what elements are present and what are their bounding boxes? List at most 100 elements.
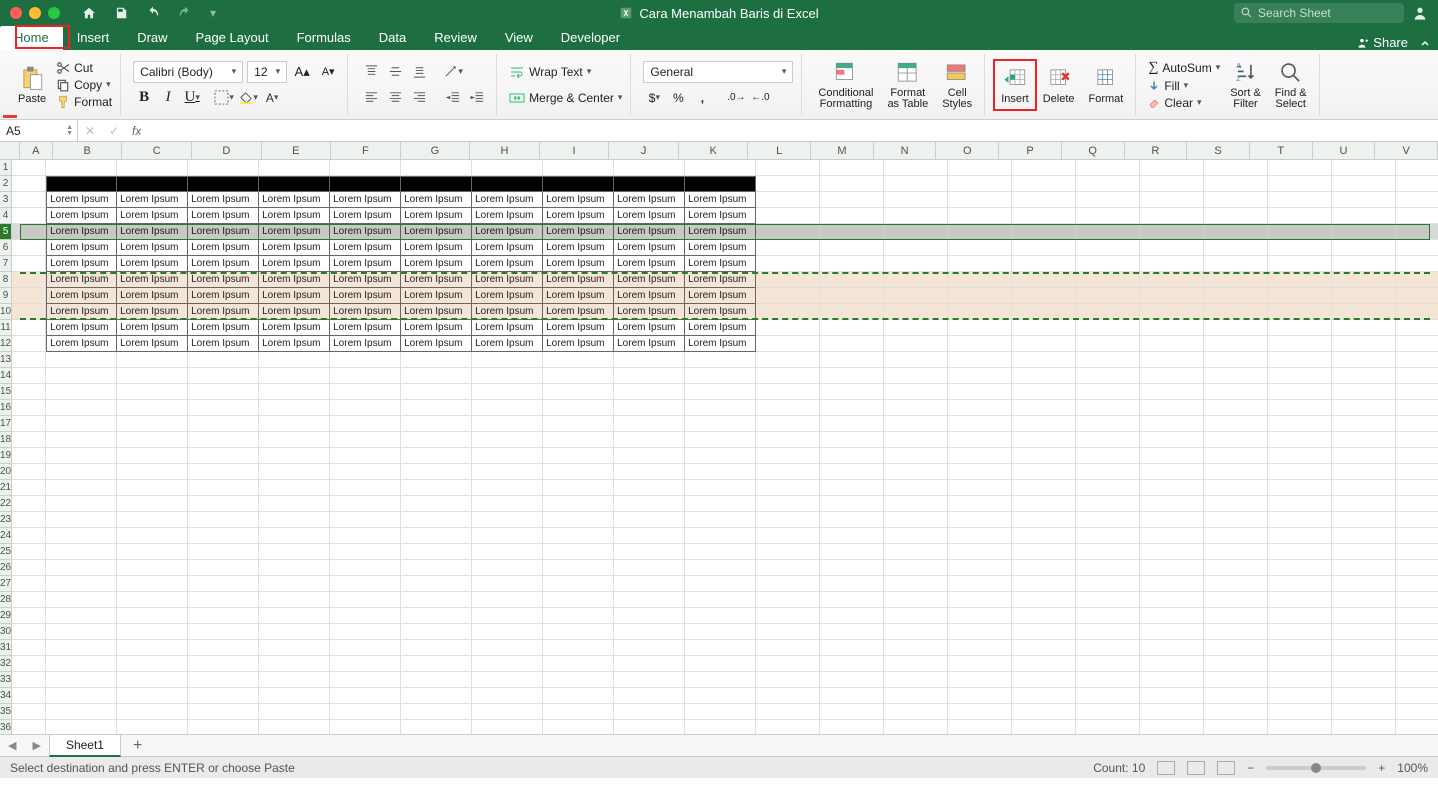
- cell[interactable]: [1268, 192, 1332, 208]
- cell[interactable]: [884, 512, 948, 528]
- cell[interactable]: [1012, 688, 1076, 704]
- cell[interactable]: [1076, 496, 1140, 512]
- cell[interactable]: [884, 480, 948, 496]
- cell[interactable]: [1396, 368, 1438, 384]
- cell[interactable]: [259, 416, 330, 432]
- cell[interactable]: [117, 512, 188, 528]
- cell[interactable]: [756, 704, 820, 720]
- cell[interactable]: [330, 704, 401, 720]
- cell[interactable]: [820, 432, 884, 448]
- cell[interactable]: Lorem Ipsum: [259, 256, 330, 272]
- cell[interactable]: [12, 384, 46, 400]
- cell[interactable]: [12, 400, 46, 416]
- column-header[interactable]: J: [609, 142, 679, 159]
- cell[interactable]: [401, 416, 472, 432]
- cell[interactable]: [685, 432, 756, 448]
- cell[interactable]: [259, 592, 330, 608]
- cell[interactable]: [46, 624, 117, 640]
- cell[interactable]: [1012, 240, 1076, 256]
- normal-view-button[interactable]: [1157, 761, 1175, 775]
- cell[interactable]: [46, 432, 117, 448]
- cell[interactable]: [543, 160, 614, 176]
- cell[interactable]: [948, 192, 1012, 208]
- number-format-select[interactable]: General▾: [643, 61, 793, 83]
- cell[interactable]: [1204, 304, 1268, 320]
- cell[interactable]: [948, 624, 1012, 640]
- tab-draw[interactable]: Draw: [123, 26, 181, 50]
- cell[interactable]: [1268, 256, 1332, 272]
- decrease-font-button[interactable]: A▾: [317, 61, 339, 83]
- column-header[interactable]: B: [53, 142, 123, 159]
- cell[interactable]: [884, 416, 948, 432]
- cell[interactable]: [1268, 624, 1332, 640]
- cell[interactable]: [1268, 512, 1332, 528]
- cell[interactable]: [472, 400, 543, 416]
- cell[interactable]: [820, 448, 884, 464]
- cell[interactable]: [1332, 704, 1396, 720]
- cell[interactable]: Lorem Ipsum: [401, 272, 472, 288]
- cell[interactable]: [1140, 288, 1204, 304]
- cell[interactable]: [259, 656, 330, 672]
- cell[interactable]: [948, 560, 1012, 576]
- cell[interactable]: [117, 432, 188, 448]
- cell[interactable]: [1268, 640, 1332, 656]
- row-header[interactable]: 16: [0, 400, 12, 416]
- cell[interactable]: [12, 720, 46, 734]
- row-header[interactable]: 14: [0, 368, 12, 384]
- cell[interactable]: [1204, 416, 1268, 432]
- cell[interactable]: [1012, 208, 1076, 224]
- cell[interactable]: [1268, 560, 1332, 576]
- cell[interactable]: [1076, 512, 1140, 528]
- row-header[interactable]: 25: [0, 544, 12, 560]
- cell[interactable]: [685, 448, 756, 464]
- cell[interactable]: [1140, 160, 1204, 176]
- column-header[interactable]: I: [540, 142, 610, 159]
- cell[interactable]: [820, 480, 884, 496]
- zoom-slider[interactable]: [1266, 766, 1366, 770]
- zoom-out-button[interactable]: −: [1247, 761, 1254, 775]
- cell[interactable]: Lorem Ipsum: [46, 272, 117, 288]
- cell[interactable]: [1268, 576, 1332, 592]
- cell[interactable]: [117, 608, 188, 624]
- increase-indent-button[interactable]: [466, 87, 488, 109]
- cell[interactable]: [1332, 224, 1396, 240]
- cell[interactable]: [1268, 384, 1332, 400]
- cell[interactable]: [1396, 656, 1438, 672]
- cell[interactable]: [117, 640, 188, 656]
- cell[interactable]: [330, 496, 401, 512]
- cell[interactable]: [472, 368, 543, 384]
- cell[interactable]: [1076, 608, 1140, 624]
- cell[interactable]: [1332, 320, 1396, 336]
- cell[interactable]: [1076, 320, 1140, 336]
- cell[interactable]: [188, 352, 259, 368]
- cell[interactable]: [117, 448, 188, 464]
- cell[interactable]: Lorem Ipsum: [685, 304, 756, 320]
- undo-icon[interactable]: [146, 6, 160, 20]
- cell[interactable]: [756, 368, 820, 384]
- cell[interactable]: [884, 528, 948, 544]
- cell[interactable]: [756, 560, 820, 576]
- cell[interactable]: [259, 672, 330, 688]
- cell[interactable]: [820, 224, 884, 240]
- cell[interactable]: [543, 672, 614, 688]
- cell[interactable]: [1268, 672, 1332, 688]
- row-header[interactable]: 30: [0, 624, 12, 640]
- cell[interactable]: Lorem Ipsum: [614, 224, 685, 240]
- cell[interactable]: [1332, 480, 1396, 496]
- tab-formulas[interactable]: Formulas: [283, 26, 365, 50]
- cell[interactable]: [948, 288, 1012, 304]
- cell[interactable]: [1204, 688, 1268, 704]
- cell[interactable]: [820, 208, 884, 224]
- cell[interactable]: [1012, 560, 1076, 576]
- cell[interactable]: [1268, 608, 1332, 624]
- cell[interactable]: [1076, 288, 1140, 304]
- cell[interactable]: [884, 448, 948, 464]
- column-header[interactable]: D: [192, 142, 262, 159]
- cell[interactable]: [1140, 480, 1204, 496]
- column-header[interactable]: A: [20, 142, 53, 159]
- cell[interactable]: [756, 656, 820, 672]
- cell[interactable]: Lorem Ipsum: [188, 336, 259, 352]
- cell[interactable]: [472, 480, 543, 496]
- cell[interactable]: [259, 496, 330, 512]
- cell[interactable]: [685, 560, 756, 576]
